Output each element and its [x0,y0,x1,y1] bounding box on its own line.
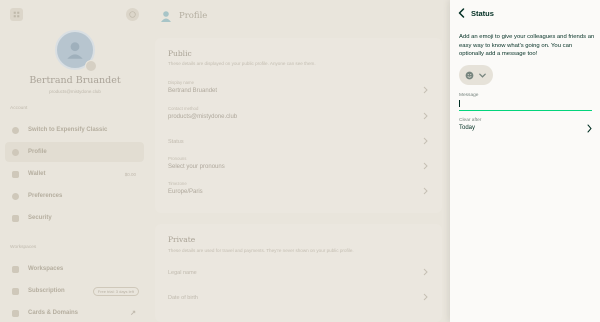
public-card-description: These details are displayed on your publ… [168,61,316,66]
sidebar-item-cards-domains[interactable]: Cards & Domains ↗ [5,303,144,322]
sidebar-item-preferences[interactable]: Preferences [5,186,144,206]
chevron-down-icon [479,73,486,78]
display-name-field[interactable]: Display name Bertrand Bruandet [168,80,432,104]
chevron-right-icon [423,162,428,170]
clear-after-value: Today [459,125,476,131]
field-value: Bertrand Bruandet [168,88,218,94]
external-link-icon: ↗ [130,310,136,317]
message-input[interactable] [459,99,592,111]
chevron-right-icon [423,293,428,301]
public-card-title: Public [168,49,192,58]
profile-name: Bertrand Bruandet [29,75,121,86]
sidebar-item-label: Cards & Domains [28,310,79,316]
account-section-label: Account [10,106,28,111]
sidebar-item-label: Security [28,215,52,221]
workspaces-section-label: Workspaces [10,245,37,250]
card-icon [12,287,19,295]
sidebar-item-label: Profile [28,149,47,155]
private-card-description: These details are used for travel and pa… [168,248,354,253]
public-card: Public These details are displayed on yo… [155,38,442,213]
sidebar: Bertrand Bruandet products@mistydone.clu… [0,0,150,322]
chevron-right-icon [423,86,428,94]
sidebar-item-label: Switch to Expensify Classic [28,127,108,133]
lock-icon [12,214,19,222]
page-header: Profile [160,10,207,22]
field-value: Status [168,139,184,145]
profile-email: products@mistydone.club [49,89,101,94]
sidebar-item-label: Preferences [28,193,63,199]
date-of-birth-field[interactable]: Date of birth [168,287,432,311]
text-cursor [459,100,460,107]
sidebar-top-bar [10,8,140,22]
sidebar-item-switch-classic[interactable]: Switch to Expensify Classic [5,120,144,140]
field-label: Contact method [168,106,199,111]
sidebar-item-label: Wallet [28,171,46,177]
switch-icon [12,126,19,134]
field-value: products@mistydone.club [168,114,238,120]
field-value: Select your pronouns [168,164,225,170]
building-icon [12,265,19,273]
pronouns-field[interactable]: Pronouns Select your pronouns [168,156,432,180]
sidebar-item-subscription[interactable]: Subscription Free trial: 3 days left [5,281,144,301]
profile-icon [161,11,171,22]
status-emoji-icon[interactable] [126,8,139,21]
sidebar-item-security[interactable]: Security [5,208,144,228]
sidebar-item-label: Workspaces [28,266,64,272]
status-field[interactable]: Status [168,131,432,155]
message-label: Message [459,93,479,98]
emoji-icon [465,71,474,79]
sidebar-item-workspaces[interactable]: Workspaces [5,259,144,279]
gear-icon [12,192,19,200]
contact-method-field[interactable]: Contact method products@mistydone.club [168,106,432,130]
field-value: Date of birth [168,295,198,301]
chevron-right-icon [423,137,428,145]
sidebar-item-label: Subscription [28,288,65,294]
chevron-right-icon [587,124,592,133]
wallet-balance: $0.00 [124,171,136,177]
page-title: Profile [179,11,208,21]
home-icon[interactable] [10,8,23,21]
private-card-title: Private [168,235,196,244]
field-label: Timezone [168,181,187,186]
sidebar-item-wallet[interactable]: Wallet $0.00 [5,164,144,184]
domain-icon [12,309,19,317]
back-arrow-icon[interactable] [458,8,465,18]
profile-icon [12,148,19,156]
private-card: Private These details are used for trave… [155,224,442,322]
panel-header: Status [458,8,494,18]
trial-badge: Free trial: 3 days left [92,286,139,296]
emoji-picker-button[interactable] [459,65,493,85]
chevron-right-icon [423,187,428,195]
pencil-icon[interactable] [85,60,97,72]
field-value: Europe/Paris [168,189,203,195]
sidebar-item-profile[interactable]: Profile [5,142,144,162]
legal-name-field[interactable]: Legal name [168,262,432,286]
timezone-field[interactable]: Timezone Europe/Paris [168,181,432,205]
chevron-right-icon [423,112,428,120]
field-label: Pronouns [168,156,187,161]
field-value: Legal name [168,270,197,276]
panel-description: Add an emoji to give your colleagues and… [459,34,595,58]
field-label: Display name [168,80,195,85]
chevron-right-icon [423,268,428,276]
wallet-icon [12,170,19,178]
clear-after-label: Clear after [459,118,482,123]
avatar[interactable] [55,30,97,72]
clear-after-row[interactable]: Clear after Today [459,118,593,142]
panel-title: Status [471,8,494,18]
profile-page: Profile Public These details are display… [150,0,450,322]
status-panel: Status Add an emoji to give your colleag… [450,0,600,322]
